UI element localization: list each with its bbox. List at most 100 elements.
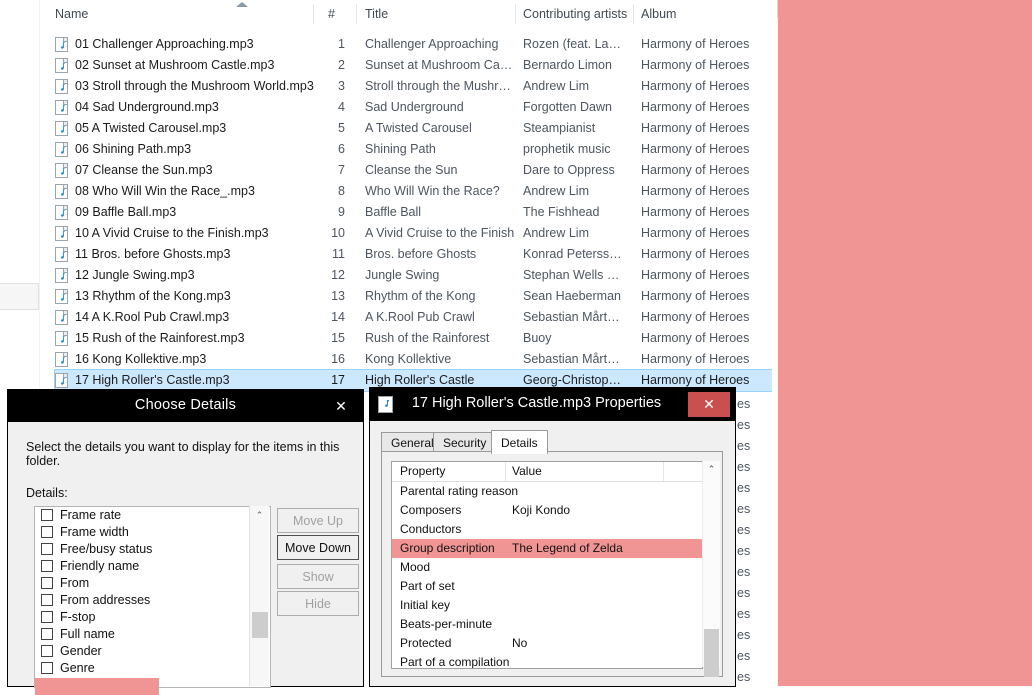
checkbox[interactable] (41, 594, 53, 606)
scroll-up-icon[interactable]: ⌃ (703, 461, 720, 477)
details-list-item[interactable]: From (35, 575, 270, 592)
close-icon[interactable]: ✕ (688, 392, 730, 417)
details-list-item-label: From (60, 576, 89, 590)
details-list-item[interactable]: Friendly name (35, 558, 270, 575)
checkbox[interactable] (41, 526, 53, 538)
details-list-item[interactable]: F-stop (35, 609, 270, 626)
details-list-item[interactable]: Frame width (35, 524, 270, 541)
table-row[interactable]: 07 Cleanse the Sun.mp37Cleanse the SunDa… (55, 160, 778, 181)
column-header-album[interactable]: Album (641, 7, 676, 21)
choose-details-dialog[interactable]: Choose Details ✕ Select the details you … (8, 390, 363, 686)
tab-security[interactable]: Security (433, 432, 496, 453)
property-row[interactable]: Group descriptionThe Legend of Zelda (392, 539, 702, 558)
property-value-cell[interactable]: Koji Kondo (512, 503, 570, 517)
move-up-button[interactable]: Move Up (277, 508, 359, 533)
file-properties-dialog[interactable]: 17 High Roller's Castle.mp3 Properties ✕… (370, 388, 735, 686)
file-name-cell: 07 Cleanse the Sun.mp3 (75, 163, 213, 177)
table-row[interactable]: 06 Shining Path.mp36Shining Pathpropheti… (55, 139, 778, 160)
choose-details-titlebar[interactable]: Choose Details ✕ (8, 390, 363, 422)
move-down-button[interactable]: Move Down (277, 535, 359, 560)
details-list-item[interactable]: Gender (35, 643, 270, 660)
checkbox[interactable] (41, 645, 53, 657)
details-list-item-label: Free/busy status (60, 542, 152, 556)
property-table-header: Property Value (392, 462, 702, 482)
property-rows-container[interactable]: Parental rating reasonComposersKoji Kond… (392, 482, 702, 669)
tab-details[interactable]: Details (491, 430, 548, 454)
property-row[interactable]: Beats-per-minute (392, 615, 702, 634)
property-row[interactable]: Conductors (392, 520, 702, 539)
header-separator[interactable] (356, 4, 357, 24)
table-row[interactable]: 03 Stroll through the Mushroom World.mp3… (55, 76, 778, 97)
table-row[interactable]: 01 Challenger Approaching.mp31Challenger… (55, 34, 778, 55)
table-row[interactable]: 14 A K.Rool Pub Crawl.mp314A K.Rool Pub … (55, 307, 778, 328)
mp3-file-icon (55, 247, 68, 262)
details-checkbox-list[interactable]: Frame rateFrame widthFree/busy status Fri… (34, 506, 271, 688)
scroll-up-icon[interactable]: ⌃ (250, 506, 269, 524)
property-row[interactable]: Part of a compilation (392, 653, 702, 669)
file-name-cell: 14 A K.Rool Pub Crawl.mp3 (75, 310, 229, 324)
track-number-cell: 6 (323, 142, 345, 156)
table-row[interactable]: 02 Sunset at Mushroom Castle.mp32Sunset … (55, 55, 778, 76)
file-name-cell: 17 High Roller's Castle.mp3 (75, 373, 230, 387)
property-row[interactable]: Initial key (392, 596, 702, 615)
details-list-item[interactable]: Full name (35, 626, 270, 643)
file-name-cell: 08 Who Will Win the Race_.mp3 (75, 184, 255, 198)
artists-cell: Stephan Wells (fea... (523, 268, 623, 282)
table-row[interactable]: 11 Bros. before Ghosts.mp311Bros. before… (55, 244, 778, 265)
header-separator[interactable] (313, 4, 314, 24)
table-row[interactable]: 12 Jungle Swing.mp312Jungle SwingStephan… (55, 265, 778, 286)
property-value-cell[interactable]: No (512, 636, 527, 650)
checkbox[interactable] (41, 543, 53, 555)
property-row[interactable]: Parental rating reason (392, 482, 702, 501)
file-name-cell: 12 Jungle Swing.mp3 (75, 268, 195, 282)
details-tab-panel: Property Value Parental rating reasonCom… (381, 451, 723, 677)
header-separator[interactable] (515, 4, 516, 24)
details-list-item-label: Genre (60, 661, 95, 675)
property-table-scrollbar[interactable]: ⌃ (702, 461, 720, 667)
checkbox[interactable] (41, 560, 53, 572)
title-cell: Jungle Swing (365, 268, 515, 282)
table-row[interactable]: 05 A Twisted Carousel.mp35A Twisted Caro… (55, 118, 778, 139)
checkbox[interactable] (41, 509, 53, 521)
property-value-table[interactable]: Property Value Parental rating reasonCom… (391, 461, 703, 669)
properties-titlebar[interactable]: 17 High Roller's Castle.mp3 Properties ✕ (370, 388, 735, 421)
details-list-item[interactable]: Frame rate (35, 507, 270, 524)
table-row[interactable]: 13 Rhythm of the Kong.mp313Rhythm of the… (55, 286, 778, 307)
column-header-row[interactable]: Name # Title Contributing artists Album (55, 0, 778, 29)
scrollbar-thumb[interactable] (704, 629, 719, 677)
property-row[interactable]: ProtectedNo (392, 634, 702, 653)
property-row[interactable]: Part of set (392, 577, 702, 596)
details-list-item[interactable]: Free/busy status (35, 541, 270, 558)
table-row[interactable]: 10 A Vivid Cruise to the Finish.mp310A V… (55, 223, 778, 244)
property-name-cell: Beats-per-minute (400, 617, 492, 631)
album-cell: Harmony of Heroes (641, 247, 749, 261)
property-value-cell[interactable]: The Legend of Zelda (512, 541, 623, 555)
property-row[interactable]: Mood (392, 558, 702, 577)
table-row[interactable]: 04 Sad Underground.mp34Sad UndergroundFo… (55, 97, 778, 118)
checkbox[interactable] (41, 628, 53, 640)
album-cell-tail: es (737, 523, 750, 537)
column-header-number[interactable]: # (328, 7, 335, 21)
mp3-file-icon (55, 79, 68, 94)
show-button[interactable]: Show (277, 564, 359, 589)
details-list-scrollbar[interactable]: ⌃ (249, 506, 269, 686)
table-row[interactable]: 16 Kong Kollektive.mp316Kong KollektiveS… (55, 349, 778, 370)
column-header-artists[interactable]: Contributing artists (523, 7, 627, 21)
album-cell: Harmony of Heroes (641, 79, 749, 93)
header-separator (505, 462, 506, 481)
close-icon[interactable]: ✕ (319, 390, 363, 422)
details-list-item[interactable]: From addresses (35, 592, 270, 609)
table-row[interactable]: 09 Baffle Ball.mp39Baffle BallThe Fishhe… (55, 202, 778, 223)
column-header-name[interactable]: Name (55, 7, 88, 21)
details-list-item[interactable]: Genre (35, 660, 270, 677)
column-header-title[interactable]: Title (365, 7, 388, 21)
checkbox[interactable] (41, 611, 53, 623)
table-row[interactable]: 15 Rush of the Rainforest.mp315Rush of t… (55, 328, 778, 349)
property-row[interactable]: ComposersKoji Kondo (392, 501, 702, 520)
checkbox[interactable] (41, 662, 53, 674)
header-separator[interactable] (633, 4, 634, 24)
hide-button[interactable]: Hide (277, 591, 359, 616)
scrollbar-thumb[interactable] (252, 612, 268, 638)
table-row[interactable]: 08 Who Will Win the Race_.mp38Who Will W… (55, 181, 778, 202)
checkbox[interactable] (41, 577, 53, 589)
